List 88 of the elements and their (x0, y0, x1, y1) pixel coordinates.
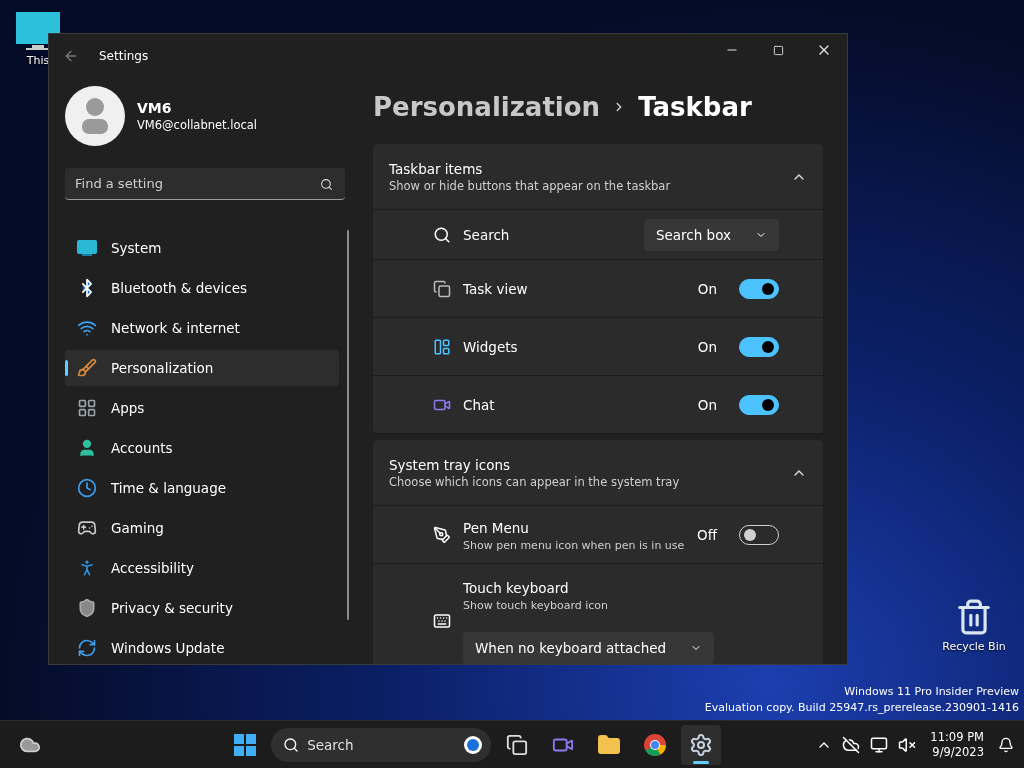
toggle-state-text: Off (697, 526, 717, 543)
clock-time: 11:09 PM (930, 729, 984, 745)
nav-item[interactable]: Accessibility (65, 550, 339, 586)
nav-item[interactable]: Time & language (65, 470, 339, 506)
dropdown[interactable]: Search box (643, 218, 779, 251)
nav-label: Network & internet (111, 320, 240, 336)
account-email: VM6@collabnet.local (137, 118, 258, 132)
account-name: VM6 (137, 100, 173, 116)
setting-description: Show touch keyboard icon (463, 599, 610, 612)
toggle-switch[interactable] (739, 278, 779, 299)
toggle-state-text: On (697, 280, 717, 297)
nav-label: Bluetooth & devices (111, 280, 248, 296)
nav-label: Accounts (111, 440, 173, 456)
apps-grid-icon (77, 398, 97, 418)
nav-item[interactable]: Gaming (65, 510, 339, 546)
gear-icon (689, 732, 714, 757)
taskbar-search-field[interactable]: Search (271, 727, 492, 762)
nav-label: Gaming (111, 520, 164, 536)
build-info-text: Evaluation copy. Build 25947.rs_prerelease.230901-1416 (704, 700, 1019, 716)
nav-item[interactable]: Privacy & security (65, 590, 339, 626)
dropdown[interactable]: When no keyboard attached (463, 632, 715, 664)
window-title: Settings (99, 49, 150, 63)
nav-label: Accessibility (111, 560, 195, 576)
clock-icon (77, 478, 97, 498)
clock[interactable]: 11:09 PM 9/9/2023 (926, 729, 988, 760)
section-subtitle: Choose which icons can appear in the system tray (389, 474, 681, 489)
build-info-text: Windows 11 Pro Insider Preview (844, 684, 1019, 700)
toggle-state-text: On (697, 396, 717, 413)
bing-icon (463, 734, 484, 755)
desktop-icon-label[interactable]: This (26, 54, 50, 67)
taskbar-app-button[interactable] (681, 724, 722, 765)
nav-item[interactable]: Personalization (65, 350, 339, 386)
widgets-icon (433, 337, 451, 356)
nav-item[interactable]: System (65, 230, 339, 266)
toggle-switch[interactable] (739, 336, 779, 357)
task-view-icon (506, 733, 529, 756)
setting-label: Touch keyboard (463, 580, 569, 596)
maximize-icon (772, 44, 784, 56)
gamepad-icon (77, 518, 97, 538)
toggle-switch[interactable] (739, 394, 779, 415)
person-icon (77, 438, 97, 458)
search-icon (320, 178, 333, 191)
nav-label: Apps (111, 400, 145, 416)
pen-icon (433, 525, 451, 544)
setting-label: Widgets (463, 339, 518, 355)
setting-description: Show pen menu icon when pen is in use (463, 538, 686, 552)
breadcrumb-item: Taskbar (638, 92, 752, 122)
setting-label: Pen Menu (463, 519, 529, 536)
settings-search-field[interactable]: Find a setting (65, 168, 345, 200)
nav-item[interactable]: Accounts (65, 430, 339, 466)
search-icon (433, 225, 451, 244)
section-title: System tray icons (389, 456, 512, 473)
nav-label: System (111, 240, 162, 256)
nav-item[interactable]: Windows Update (65, 630, 339, 664)
setting-label: Search (463, 226, 511, 243)
trash-bin-icon (955, 598, 993, 636)
nav-item[interactable]: Network & internet (65, 310, 339, 346)
monitor-icon (16, 12, 60, 50)
toggle-state-text: On (697, 338, 717, 355)
section-title: Taskbar items (389, 160, 484, 177)
section-subtitle: Show or hide buttons that appear on the taskbar (389, 178, 672, 193)
browser-icon (643, 732, 668, 757)
notification-bell-icon[interactable] (998, 736, 1014, 753)
clock-date: 9/9/2023 (932, 744, 984, 760)
folder-icon (597, 732, 622, 757)
monitor-icon (77, 240, 97, 256)
avatar (65, 86, 125, 146)
setting-label: Chat (463, 397, 495, 413)
cloud-off-icon[interactable] (842, 735, 861, 754)
search-icon (283, 736, 300, 753)
setting-label: Task view (463, 281, 528, 297)
shield-icon (77, 598, 97, 618)
task-view-icon (433, 279, 451, 298)
nav-label: Windows Update (111, 640, 225, 656)
nav-item[interactable]: Bluetooth & devices (65, 270, 339, 306)
back-button[interactable] (63, 48, 79, 64)
wifi-icon (77, 318, 97, 338)
monitor-icon[interactable] (870, 735, 889, 754)
breadcrumb-item[interactable]: Personalization (373, 92, 601, 122)
keyboard-icon (433, 612, 451, 630)
nav-label: Time & language (111, 480, 226, 496)
nav-label: Personalization (111, 360, 214, 376)
brush-icon (77, 358, 97, 378)
nav-label: Privacy & security (111, 600, 233, 616)
volume-muted-icon[interactable] (898, 735, 917, 754)
nav-item[interactable]: Apps (65, 390, 339, 426)
refresh-icon (77, 638, 97, 658)
desktop-icon-label[interactable]: Recycle Bin (942, 640, 1006, 653)
